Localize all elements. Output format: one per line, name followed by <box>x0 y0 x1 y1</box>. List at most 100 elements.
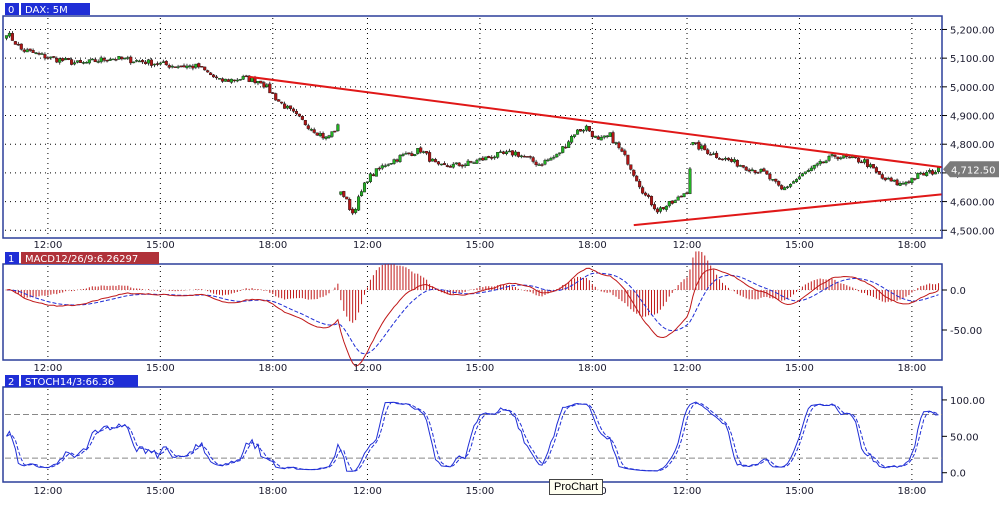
candle <box>422 151 426 153</box>
candle <box>626 154 630 165</box>
candle <box>348 199 352 210</box>
candle <box>291 108 296 112</box>
candle <box>774 178 778 182</box>
candle <box>768 173 772 180</box>
candle <box>4 35 9 39</box>
candle <box>611 132 615 144</box>
chart-canvas[interactable]: 0 DAX: 5M 1 MACD12/26/9:6.26297 2 STOCH1… <box>0 0 999 500</box>
candle <box>283 103 287 109</box>
candle <box>661 207 665 210</box>
y-tick-label: 4,500.00 <box>950 226 995 237</box>
candle <box>803 171 807 174</box>
candle <box>259 80 263 84</box>
candle <box>519 155 523 157</box>
candle <box>555 153 559 158</box>
candle <box>182 65 186 68</box>
candle <box>22 49 26 52</box>
candle <box>691 142 695 145</box>
candle <box>886 177 890 180</box>
candle <box>824 160 828 164</box>
x-tick-label: 15:00 <box>146 240 175 251</box>
candle <box>360 191 364 197</box>
candle <box>718 158 722 160</box>
candle <box>383 165 387 167</box>
candle <box>584 125 588 131</box>
candle <box>286 105 290 109</box>
candle <box>658 207 662 212</box>
candle <box>114 59 118 61</box>
price-panel-tag[interactable]: 0 DAX: 5M <box>5 3 90 16</box>
candle <box>522 155 526 158</box>
candle <box>244 75 248 78</box>
candle <box>670 200 674 204</box>
x-tick-label: 18:00 <box>258 486 287 497</box>
candle <box>389 163 393 165</box>
candle <box>380 165 384 169</box>
stoch-panel-tag[interactable]: 2 STOCH14/3:66.36 <box>5 375 138 388</box>
candle <box>212 74 216 78</box>
candle <box>371 174 375 177</box>
candle <box>149 59 153 66</box>
candle <box>931 170 935 175</box>
candle <box>567 141 571 148</box>
candle <box>117 56 121 60</box>
candle <box>173 66 177 68</box>
candle <box>786 186 790 188</box>
candle <box>469 161 473 163</box>
x-tick-label: 15:00 <box>465 363 494 374</box>
candle <box>215 76 219 79</box>
candle <box>141 60 145 63</box>
candle <box>647 194 651 197</box>
candle <box>164 60 168 66</box>
candle <box>339 191 343 195</box>
candle <box>868 164 872 168</box>
candle <box>144 61 148 65</box>
candle <box>904 181 908 185</box>
last-price-tag: 4,712.50 <box>943 161 999 178</box>
candle <box>685 192 689 194</box>
candle <box>608 132 612 137</box>
candle <box>877 171 881 175</box>
candle <box>623 150 627 155</box>
candle <box>525 156 529 158</box>
x-tick-label: 15:00 <box>465 240 494 251</box>
candle <box>590 131 594 138</box>
candle <box>413 154 417 156</box>
candle <box>620 148 624 152</box>
candle <box>161 61 165 63</box>
candle <box>34 52 38 54</box>
candle <box>158 62 162 65</box>
candle <box>827 156 831 161</box>
x-tick-label: 12:00 <box>33 240 62 251</box>
x-tick-label: 12:00 <box>353 363 382 374</box>
candle <box>58 58 62 63</box>
candle <box>357 196 361 211</box>
candle <box>907 181 911 183</box>
candle <box>496 152 500 158</box>
candle <box>664 205 668 210</box>
candle <box>93 59 97 63</box>
candle <box>697 141 701 150</box>
candle <box>64 58 68 61</box>
candle <box>910 177 914 183</box>
x-tick-label: 12:00 <box>33 363 62 374</box>
candle <box>191 65 195 69</box>
candle <box>794 179 799 183</box>
candle <box>605 135 609 138</box>
macd-panel-tag[interactable]: 1 MACD12/26/9:6.26297 <box>5 252 159 265</box>
candle <box>484 156 488 161</box>
candle <box>715 152 719 158</box>
candle <box>499 151 503 153</box>
candle <box>836 156 840 160</box>
candle <box>596 136 600 140</box>
candle <box>61 58 65 61</box>
candle <box>185 65 189 69</box>
candle <box>70 59 74 65</box>
candle <box>649 195 654 206</box>
candle <box>502 151 506 154</box>
candle <box>318 133 322 136</box>
candle <box>194 63 198 68</box>
candle <box>892 179 896 182</box>
candle <box>410 153 414 156</box>
candle <box>552 156 556 159</box>
